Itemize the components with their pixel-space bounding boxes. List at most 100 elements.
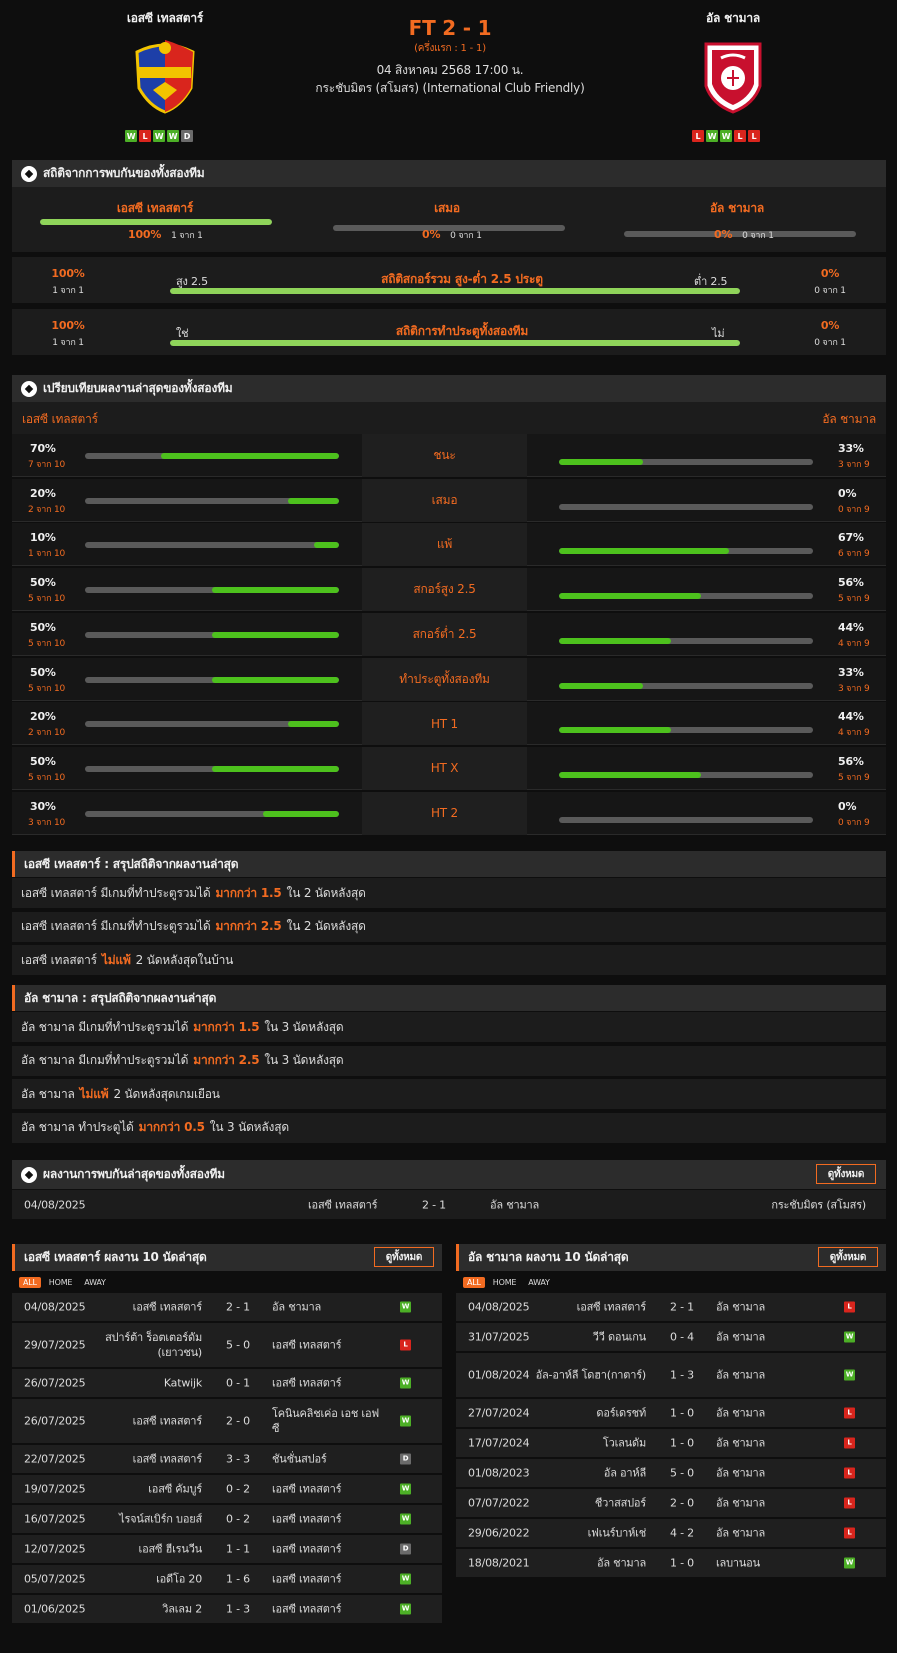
match-date: 18/08/2021 — [468, 1556, 530, 1570]
home-pct: 70% — [30, 442, 56, 455]
match-home: วิลเลม 2 — [162, 1602, 202, 1616]
home-of: 5 จาก 10 — [28, 683, 66, 694]
match-home: อัล ชามาล — [596, 1556, 646, 1570]
tab-away[interactable]: AWAY — [80, 1277, 109, 1288]
compare-row: 50% 5 จาก 10 สกอร์สูง 2.5 56% 5 จาก 9 — [12, 568, 886, 612]
ou-right-pct: 0% — [820, 267, 840, 280]
tab-home[interactable]: HOME — [489, 1277, 520, 1288]
match-away: อัล ชามาล — [716, 1466, 766, 1480]
match-score: 0 - 4 — [670, 1330, 694, 1344]
home-team-form: WLWWD — [125, 130, 193, 142]
away-of: 4 จาก 9 — [838, 638, 870, 649]
home-of: 3 จาก 10 — [28, 817, 66, 828]
away-summary-title: อัล ชามาล : สรุปสถิติจากผลงานล่าสุด — [12, 985, 886, 1011]
match-score: 1 - 6 — [226, 1572, 250, 1586]
match-away: เอสซี เทลสตาร์ — [272, 1602, 342, 1616]
compare-label: เสมอ — [362, 478, 527, 522]
match-row[interactable]: 04/08/2025 เอสซี เทลสตาร์ 2 - 1 อัล ชามาล W — [12, 1293, 442, 1322]
away-team-name[interactable]: อัล ชามาล — [668, 9, 798, 28]
al-shamal-crest-icon — [704, 42, 762, 114]
soccer-ball-icon — [21, 165, 37, 182]
match-row[interactable]: 17/07/2024 โวเลนดัม 1 - 0 อัล ชามาล L — [456, 1429, 886, 1458]
competition-name[interactable]: กระชับมิตร (สโมสร) (International Club F… — [300, 79, 600, 98]
summary-row: อัล ชามาล มีเกมที่ทำประตูรวมได้ มากกว่า 2… — [12, 1045, 886, 1076]
tab-all[interactable]: ALL — [463, 1276, 485, 1288]
match-row[interactable]: 26/07/2025 Katwijk 0 - 1 เอสซี เทลสตาร์ W — [12, 1369, 442, 1398]
match-row[interactable]: 05/07/2025 เอดีโอ 20 1 - 6 เอสซี เทลสตาร์ W — [12, 1565, 442, 1594]
match-row[interactable]: 01/06/2025 วิลเลม 2 1 - 3 เอสซี เทลสตาร์ W — [12, 1595, 442, 1624]
summary-row: เอสซี เทลสตาร์ มีเกมที่ทำประตูรวมได้ มากก… — [12, 878, 886, 908]
match-row[interactable]: 12/07/2025 เอสซี ฮีเรนวีน 1 - 1 เอสซี เทลสต… — [12, 1535, 442, 1564]
home-bar-fill — [212, 631, 339, 638]
tab-away[interactable]: AWAY — [524, 1277, 553, 1288]
match-score: 1 - 3 — [226, 1602, 250, 1616]
home-last-title: เอสซี เทลสตาร์ ผลงาน 10 นัดล่าสุด — [24, 1250, 207, 1264]
compare-header: เปรียบเทียบผลงานล่าสุดของทั้งสองทีม — [12, 375, 886, 402]
summary-highlight: มากกว่า 2.5 — [215, 919, 282, 933]
result-badge: L — [844, 1467, 855, 1479]
match-row[interactable]: 27/07/2024 ดอร์เดรชท์ 1 - 0 อัล ชามาล L — [456, 1399, 886, 1428]
away-of: 5 จาก 9 — [838, 594, 870, 605]
match-row[interactable]: 22/07/2025 เอสซี เทลสตาร์ 3 - 3 ชันชั่นสปอร… — [12, 1445, 442, 1474]
h2h-away-pct: 0% — [714, 228, 733, 241]
home-bar — [85, 810, 339, 817]
away-team-logo[interactable] — [698, 34, 768, 114]
away-pct: 67% — [838, 531, 864, 545]
match-row[interactable]: 04/08/2025 เอสซี เทลสตาร์ 2 - 1 อัล ชามาล L — [456, 1293, 886, 1322]
home-last-view-all-button[interactable]: ดูทั้งหมด — [374, 1247, 434, 1267]
home-team-logo[interactable] — [131, 34, 199, 114]
match-away: เอสซี เทลสตาร์ — [272, 1376, 342, 1390]
home-team-name[interactable]: เอสซี เทลสตาร์ — [100, 9, 230, 28]
match-row[interactable]: 01/08/2023 อัล อาห์ลี 5 - 0 อัล ชามาล L — [456, 1459, 886, 1488]
result-badge: W — [400, 1483, 411, 1495]
match-home: สปาร์ต้า ร็อตเตอร์ดัม (เยาวชน) — [105, 1331, 202, 1359]
away-bar — [559, 459, 813, 465]
summary-text: อัล ชามาล มีเกมที่ทำประตูรวมได้ — [21, 1053, 189, 1067]
compare-label: HT 2 — [362, 791, 527, 835]
tab-all[interactable]: ALL — [19, 1276, 41, 1288]
home-of: 5 จาก 10 — [28, 772, 66, 783]
match-row[interactable]: 29/07/2025 สปาร์ต้า ร็อตเตอร์ดัม (เยาวชน)… — [12, 1323, 442, 1368]
summary-highlight: มากกว่า 1.5 — [215, 885, 282, 900]
form-badge: W — [167, 130, 179, 142]
match-away: ชันชั่นสปอร์ — [272, 1452, 327, 1466]
result-badge: W — [400, 1513, 411, 1525]
away-of: 3 จาก 9 — [838, 683, 870, 694]
away-bar-fill — [559, 771, 702, 778]
match-home: เฟเนร์บาห์เช่ — [587, 1526, 647, 1540]
away-of: 6 จาก 9 — [838, 549, 870, 560]
result-badge: W — [400, 1377, 411, 1389]
match-row[interactable]: 19/07/2025 เอสซี คัมบูร์ 0 - 2 เอสซี เทลสตา… — [12, 1475, 442, 1504]
ou-left-of: 1 จาก 1 — [52, 286, 84, 296]
h2h-result-row[interactable]: 04/08/2025 เอสซี เทลสตาร์ 2 - 1 อัล ชามาล กร… — [12, 1190, 886, 1220]
summary-highlight: ไม่แพ้ — [101, 952, 131, 967]
match-comp: กระชับมิตร (สโมสร) — [771, 1198, 866, 1211]
match-date: 01/08/2024 — [468, 1368, 530, 1382]
home-bar — [85, 631, 339, 638]
match-score: 2 - 1 — [670, 1300, 694, 1314]
result-badge: W — [844, 1369, 855, 1381]
match-row[interactable]: 29/06/2022 เฟเนร์บาห์เช่ 4 - 2 อัล ชามาล L — [456, 1519, 886, 1548]
summary-suffix: ใน 3 นัดหลังสุด — [264, 1053, 344, 1067]
result-badge: W — [400, 1573, 411, 1585]
home-bar-fill — [262, 810, 339, 817]
match-row[interactable]: 26/07/2025 เอสซี เทลสตาร์ 2 - 0 โคนินคลิชเค… — [12, 1399, 442, 1444]
h2h-view-all-button[interactable]: ดูทั้งหมด — [816, 1164, 876, 1184]
home-bar-fill — [212, 676, 339, 683]
compare-row: 50% 5 จาก 10 สกอร์ต่ำ 2.5 44% 4 จาก 9 — [12, 612, 886, 656]
match-away: อัล ชามาล — [272, 1300, 322, 1314]
away-last-view-all-button[interactable]: ดูทั้งหมด — [818, 1247, 878, 1267]
home-last-header: เอสซี เทลสตาร์ ผลงาน 10 นัดล่าสุด ดูทั้ง… — [12, 1244, 442, 1271]
match-row[interactable]: 07/07/2022 ชีวาสสปอร์ 2 - 0 อัล ชามาล L — [456, 1489, 886, 1518]
match-row[interactable]: 31/07/2025 วีวี ดอนเกน 0 - 4 อัล ชามาล W — [456, 1323, 886, 1352]
soccer-ball-icon — [21, 380, 37, 397]
away-pct: 33% — [838, 665, 864, 679]
match-row[interactable]: 18/08/2021 อัล ชามาล 1 - 0 เลบานอน W — [456, 1549, 886, 1578]
match-row[interactable]: 16/07/2025 ไรจน์สเบิร์ก บอยส์ 0 - 2 เอสซี เ… — [12, 1505, 442, 1534]
away-bar — [559, 548, 813, 555]
compare-row: 70% 7 จาก 10 ชนะ 33% 3 จาก 9 — [12, 434, 886, 477]
tab-home[interactable]: HOME — [45, 1277, 76, 1288]
match-away: อัล ชามาล — [716, 1436, 766, 1450]
match-row[interactable]: 01/08/2024 อัล-อาห์ลี โดฮา(กาตาร์) 1 - 3 อั… — [456, 1353, 886, 1398]
match-date: 29/07/2025 — [24, 1338, 86, 1352]
